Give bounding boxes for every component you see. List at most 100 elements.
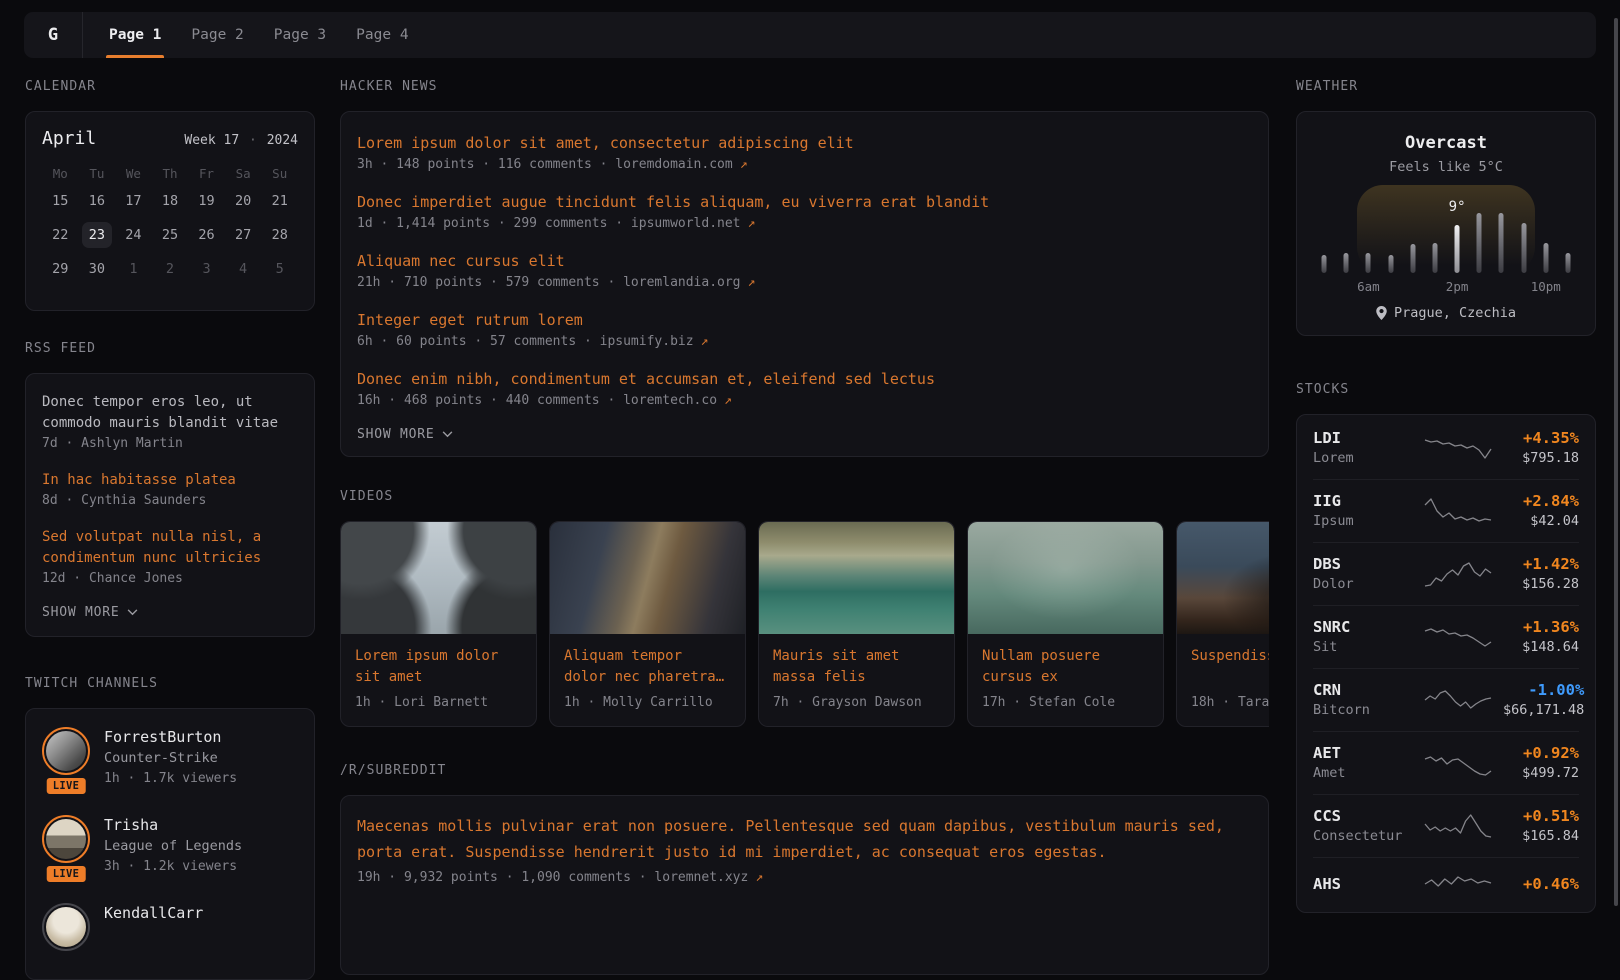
calendar-week-number: Week 17: [184, 133, 239, 148]
stock-sparkline: [1423, 869, 1493, 899]
show-more-label: SHOW MORE: [357, 427, 434, 442]
hn-item: Lorem ipsum dolor sit amet, consectetur …: [357, 132, 1252, 175]
hn-item-title[interactable]: Aliquam nec cursus elit: [357, 250, 1252, 272]
nav-divider: [82, 12, 83, 58]
hn-item-title[interactable]: Lorem ipsum dolor sit amet, consectetur …: [357, 132, 1252, 154]
stock-values: +1.42% $156.28: [1503, 554, 1579, 594]
home-logo[interactable]: G: [24, 25, 82, 45]
video-title: Suspendisse diam: [1191, 646, 1269, 688]
tab-page-1[interactable]: Page 1: [99, 12, 171, 58]
hn-item-title[interactable]: Donec enim nibh, condimentum et accumsan…: [357, 368, 1252, 390]
tab-page-3[interactable]: Page 3: [264, 12, 336, 58]
stock-row[interactable]: SNRC Sit +1.36% $148.64: [1313, 606, 1579, 669]
rss-item-title[interactable]: Donec tempor eros leo, ut commodo mauris…: [42, 392, 298, 434]
hn-item-title[interactable]: Integer eget rutrum lorem: [357, 309, 1252, 331]
video-title: Lorem ipsum dolor sit amet consectetu…: [355, 646, 522, 688]
video-body: Suspendisse diam 18h · Tara: [1177, 634, 1269, 726]
stock-values: +0.51% $165.84: [1503, 806, 1579, 846]
top-nav: G Page 1 Page 2 Page 3 Page 4: [24, 12, 1596, 58]
weather-temp-bar: [1521, 223, 1526, 273]
external-link-icon[interactable]: ↗: [724, 393, 732, 408]
calendar-day: 26: [192, 222, 222, 248]
twitch-channel-row[interactable]: KendallCarr: [42, 903, 298, 951]
tab-page-2[interactable]: Page 2: [181, 12, 253, 58]
reddit-post-title[interactable]: Maecenas mollis pulvinar erat non posuer…: [357, 813, 1252, 865]
stock-row[interactable]: AHS +0.46%: [1313, 858, 1579, 910]
avatar: LIVE: [42, 727, 90, 789]
stock-row[interactable]: CCS Consectetur +0.51% $165.84: [1313, 795, 1579, 858]
external-link-icon[interactable]: ↗: [701, 334, 709, 349]
channel-avatar: [42, 903, 90, 951]
video-title: Nullam posuere cursus ex: [982, 646, 1149, 688]
stock-change: +2.84%: [1503, 491, 1579, 512]
video-card[interactable]: Nullam posuere cursus ex 17h · Stefan Co…: [967, 521, 1164, 727]
stock-change: +0.46%: [1503, 874, 1579, 895]
weather-temp-bar: [1455, 225, 1460, 273]
video-card[interactable]: Aliquam tempor dolor nec pharetra… 1h · …: [549, 521, 746, 727]
external-link-icon[interactable]: ↗: [755, 870, 763, 885]
twitch-section-label: TWITCH CHANNELS: [25, 676, 315, 691]
stock-symbol: AET: [1313, 743, 1413, 764]
subreddit-widget: Maecenas mollis pulvinar erat non posuer…: [340, 795, 1269, 975]
video-meta: 1h · Lori Barnett: [355, 694, 522, 712]
stock-sparkline: [1423, 559, 1493, 589]
hn-meta-text: 16h · 468 points · 440 comments · loremt…: [357, 393, 717, 408]
external-link-icon[interactable]: ↗: [740, 157, 748, 172]
hn-item-meta: 16h · 468 points · 440 comments · loremt…: [357, 390, 1252, 411]
hn-meta-text: 1d · 1,414 points · 299 comments · ipsum…: [357, 216, 741, 231]
weather-condition: Overcast: [1313, 132, 1579, 154]
twitch-channel-row[interactable]: LIVE Trisha League of Legends 3h · 1.2k …: [42, 815, 298, 877]
video-card[interactable]: Mauris sit amet massa felis 7h · Grayson…: [758, 521, 955, 727]
video-body: Nullam posuere cursus ex 17h · Stefan Co…: [968, 634, 1163, 726]
hn-meta-text: 21h · 710 points · 579 comments · loreml…: [357, 275, 741, 290]
calendar-week-info: Week 17 · 2024: [184, 133, 298, 148]
rss-item: Sed volutpat nulla nisl, a condimentum n…: [42, 527, 298, 589]
stock-change: +1.36%: [1503, 617, 1579, 638]
rss-item-meta: 7d · Ashlyn Martin: [42, 434, 298, 454]
reddit-post-meta: 19h · 9,932 points · 1,090 comments · lo…: [357, 868, 1252, 888]
hn-item-title[interactable]: Donec imperdiet augue tincidunt felis al…: [357, 191, 1252, 213]
stocks-widget: LDI Lorem +4.35% $795.18 IIG Ipsum: [1296, 414, 1596, 913]
calendar-day: 22: [45, 222, 75, 248]
tab-page-4[interactable]: Page 4: [346, 12, 418, 58]
rss-feed-widget: Donec tempor eros leo, ut commodo mauris…: [25, 373, 315, 637]
stock-row[interactable]: DBS Dolor +1.42% $156.28: [1313, 543, 1579, 606]
stock-row[interactable]: AET Amet +0.92% $499.72: [1313, 732, 1579, 795]
stock-symbol: IIG: [1313, 491, 1413, 512]
stock-id: IIG Ipsum: [1313, 491, 1413, 531]
stock-row[interactable]: LDI Lorem +4.35% $795.18: [1313, 417, 1579, 480]
stock-change: +0.92%: [1503, 743, 1579, 764]
calendar-day-header: Fr: [192, 165, 222, 183]
video-meta: 1h · Molly Carrillo: [564, 694, 731, 712]
channel-meta: 3h · 1.2k viewers: [104, 857, 242, 877]
video-body: Lorem ipsum dolor sit amet consectetu… 1…: [341, 634, 536, 726]
external-link-icon[interactable]: ↗: [748, 275, 756, 290]
weather-feels-like: Feels like 5°C: [1313, 159, 1579, 175]
external-link-icon[interactable]: ↗: [748, 216, 756, 231]
channel-info: KendallCarr: [104, 903, 203, 951]
scrollbar-thumb[interactable]: [1614, 18, 1618, 906]
calendar-header: April Week 17 · 2024: [42, 128, 298, 149]
hn-show-more-button[interactable]: SHOW MORE: [357, 427, 453, 442]
channel-name: KendallCarr: [104, 903, 203, 923]
stock-row[interactable]: IIG Ipsum +2.84% $42.04: [1313, 480, 1579, 543]
stock-values: +0.92% $499.72: [1503, 743, 1579, 783]
chevron-down-icon: [442, 431, 453, 438]
stock-price: $499.72: [1503, 764, 1579, 783]
calendar-day: 17: [118, 188, 148, 214]
hacker-news-widget: Lorem ipsum dolor sit amet, consectetur …: [340, 111, 1269, 457]
stock-row[interactable]: CRN Bitcorn -1.00% $66,171.48: [1313, 669, 1579, 732]
rss-item-title[interactable]: In hac habitasse platea: [42, 470, 298, 491]
stock-symbol: CCS: [1313, 806, 1413, 827]
rss-item-title[interactable]: Sed volutpat nulla nisl, a condimentum n…: [42, 527, 298, 569]
right-column: WEATHER Overcast Feels like 5°C 9° 6am2p…: [1296, 79, 1596, 913]
twitch-channel-row[interactable]: LIVE ForrestBurton Counter-Strike 1h · 1…: [42, 727, 298, 789]
avatar: [42, 903, 90, 951]
weather-temp-bar: [1543, 243, 1548, 273]
time-axis-label: 6am: [1357, 279, 1380, 294]
video-card[interactable]: Suspendisse diam 18h · Tara: [1176, 521, 1269, 727]
video-card[interactable]: Lorem ipsum dolor sit amet consectetu… 1…: [340, 521, 537, 727]
stock-symbol: AHS: [1313, 874, 1413, 895]
show-more-label: SHOW MORE: [42, 605, 119, 620]
rss-show-more-button[interactable]: SHOW MORE: [42, 605, 138, 620]
